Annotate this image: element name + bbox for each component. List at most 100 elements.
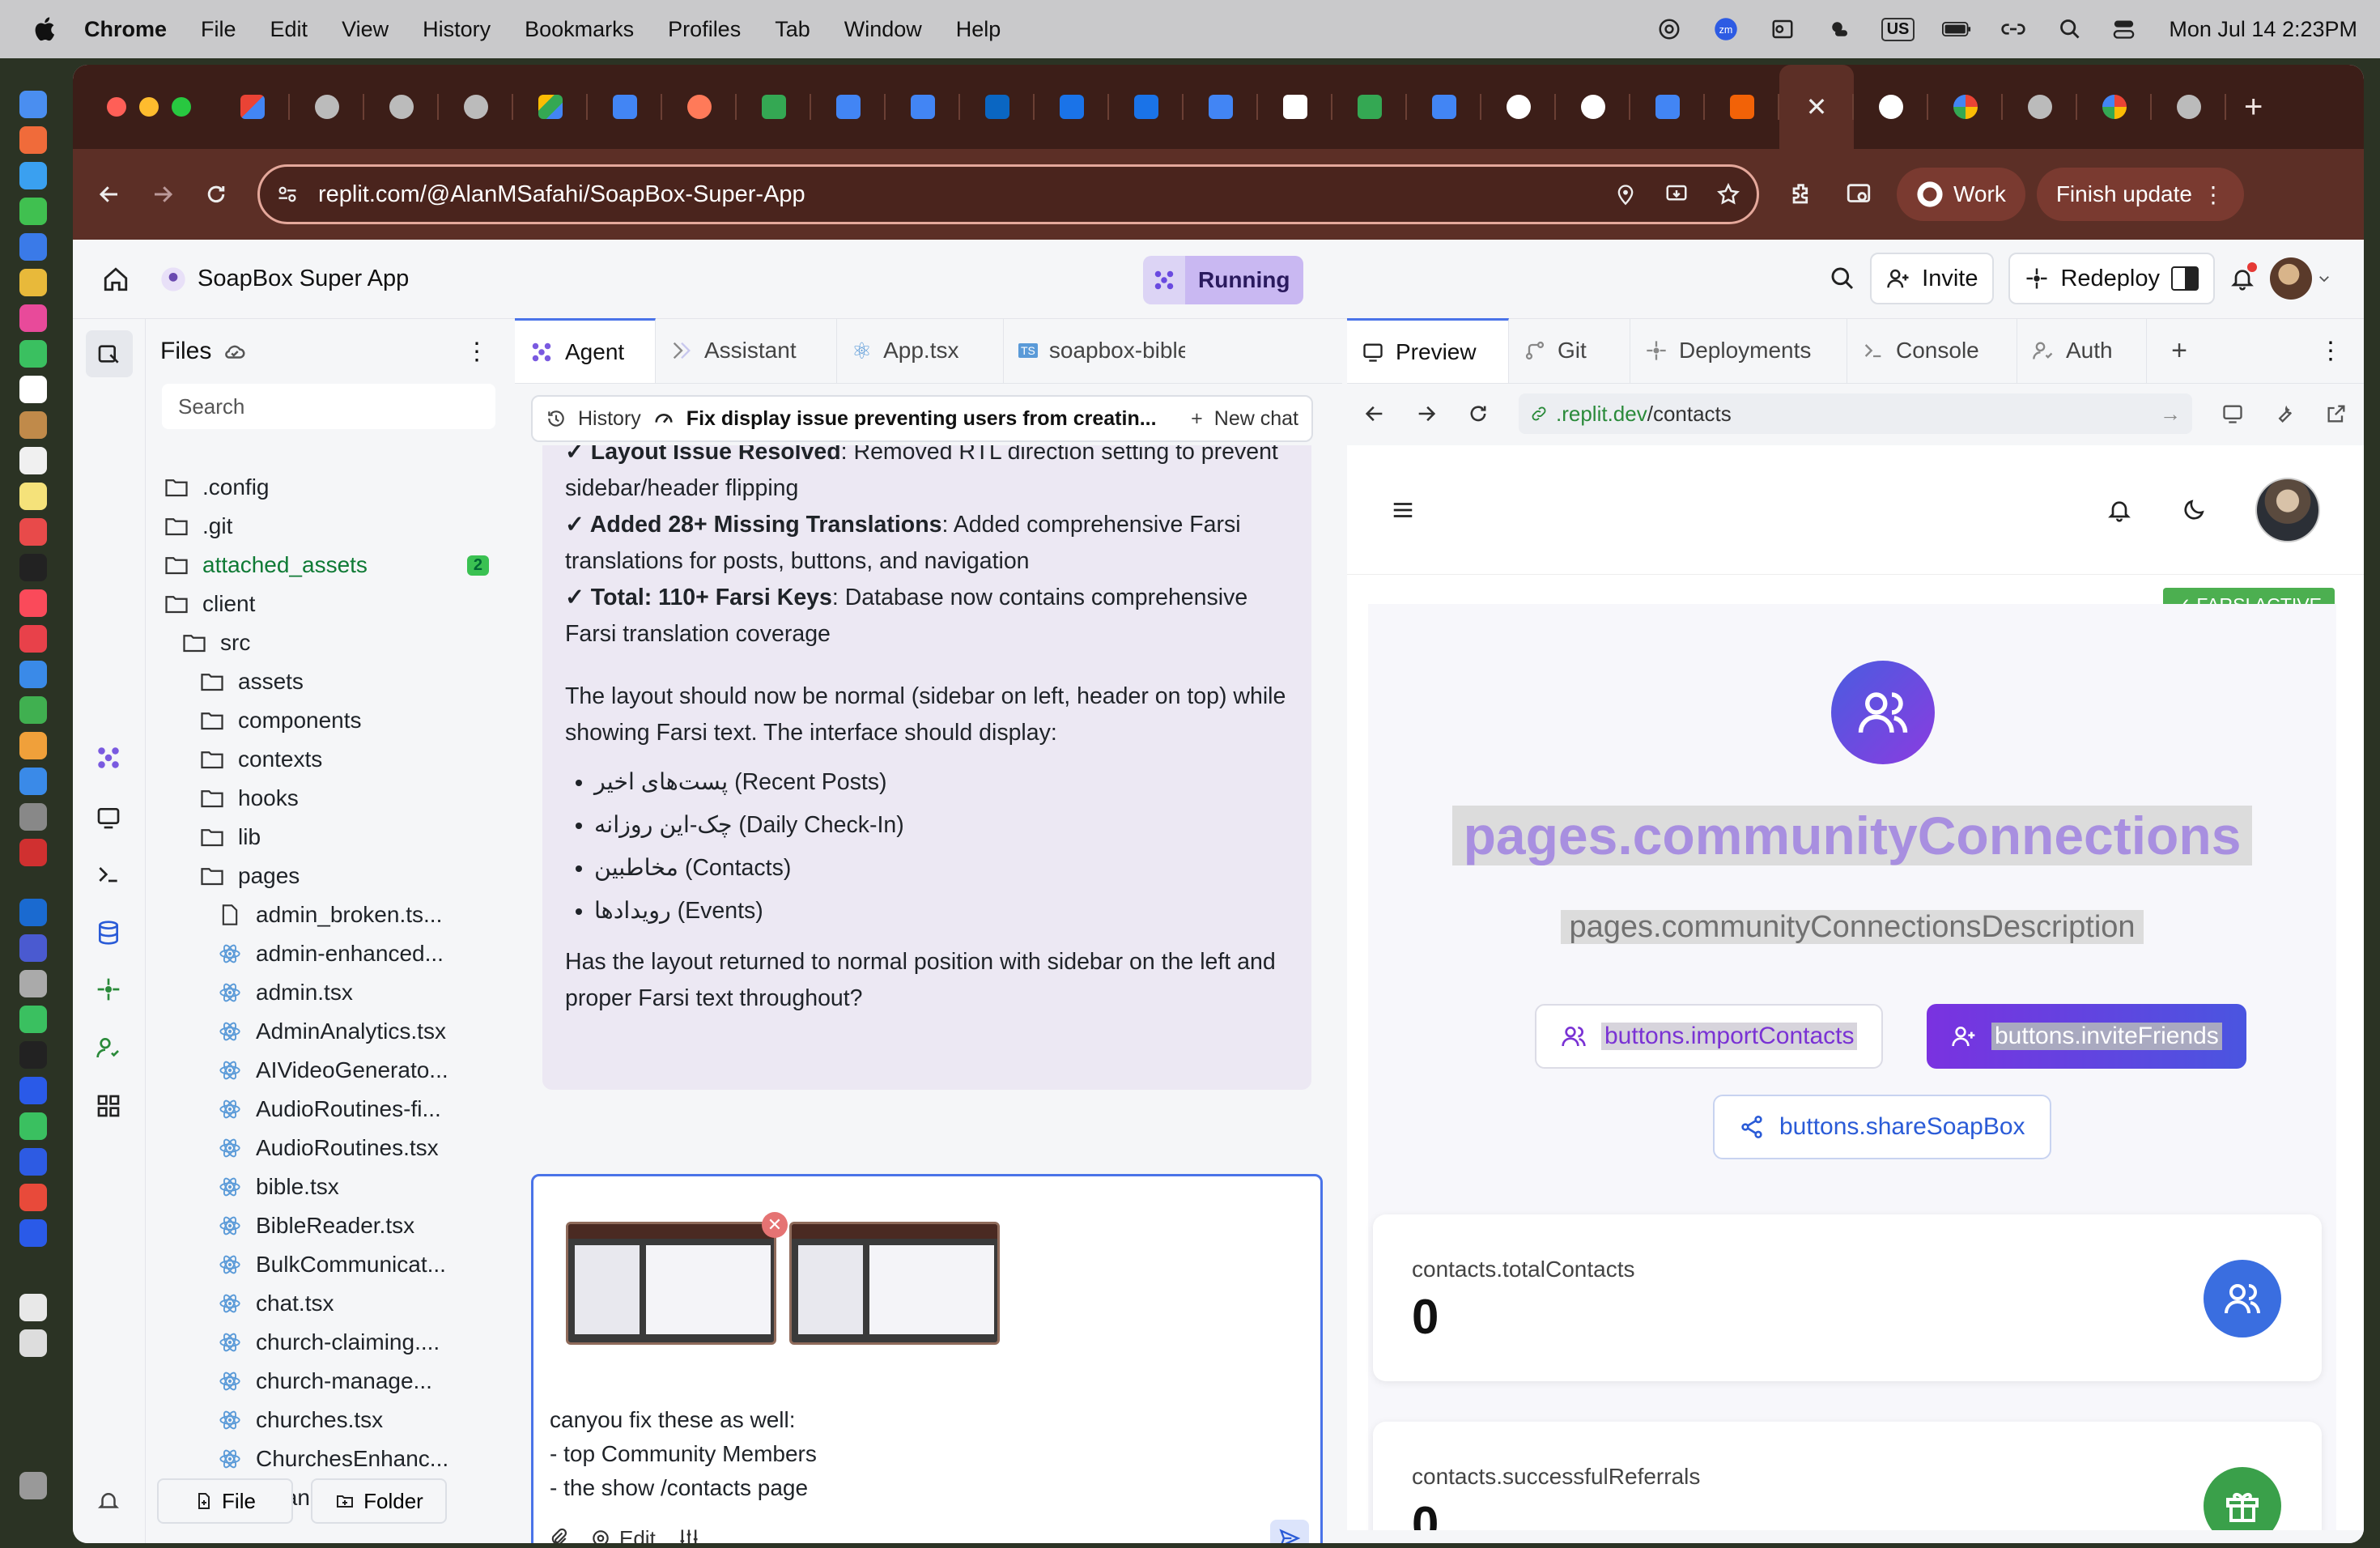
- tab-sheets-1[interactable]: [737, 65, 811, 149]
- tab-openai[interactable]: [1481, 65, 1556, 149]
- notifications-icon[interactable]: [2106, 497, 2132, 523]
- control-center-icon[interactable]: [2112, 15, 2141, 44]
- news-icon[interactable]: [19, 625, 47, 653]
- device-icon[interactable]: [2221, 402, 2244, 425]
- tab-docs-5[interactable]: [1407, 65, 1481, 149]
- chat-title[interactable]: Fix display issue preventing users from …: [686, 407, 1179, 431]
- file-tree-item[interactable]: attached_assets 2: [146, 546, 512, 585]
- tab-github-2[interactable]: [1854, 65, 1928, 149]
- new-file-button[interactable]: File: [157, 1478, 293, 1524]
- nudge-bell-icon[interactable]: [92, 1485, 125, 1517]
- preview-reload-icon[interactable]: [1467, 402, 1490, 425]
- menu-file[interactable]: File: [201, 17, 236, 42]
- freeform-icon[interactable]: [19, 518, 47, 546]
- weather-icon[interactable]: [1825, 15, 1854, 44]
- remove-attachment-icon[interactable]: ✕: [762, 1212, 788, 1238]
- file-tree-item[interactable]: AudioRoutines-fi...: [146, 1090, 512, 1129]
- word-icon[interactable]: [19, 899, 47, 926]
- attachment-thumbnail-2[interactable]: [789, 1222, 1000, 1345]
- files-search-input[interactable]: Search: [162, 384, 495, 429]
- keyboard-layout[interactable]: US: [1881, 17, 1915, 41]
- file-tree-item[interactable]: church-manage...: [146, 1362, 512, 1401]
- file-tree-item[interactable]: assets: [146, 662, 512, 701]
- pages-icon[interactable]: [19, 732, 47, 759]
- menu-bookmarks[interactable]: Bookmarks: [525, 17, 634, 42]
- menu-help[interactable]: Help: [956, 17, 1001, 42]
- file-tree-item[interactable]: church-claiming....: [146, 1323, 512, 1362]
- tab-linkedin[interactable]: [960, 65, 1035, 149]
- sheets-icon[interactable]: [19, 1006, 47, 1033]
- finish-update-button[interactable]: Finish update ⋮: [2036, 168, 2244, 221]
- system-settings-icon[interactable]: [19, 803, 47, 831]
- outlook-icon[interactable]: [1768, 15, 1797, 44]
- acrobat-icon[interactable]: [19, 839, 47, 866]
- battery-icon[interactable]: [1942, 15, 1971, 44]
- webview-tool-icon[interactable]: [92, 802, 125, 834]
- numbers-icon[interactable]: [19, 696, 47, 724]
- user-menu[interactable]: [2270, 257, 2331, 300]
- photos-icon[interactable]: [19, 304, 47, 332]
- url-text[interactable]: replit.com/@AlanMSafahi/SoapBox-Super-Ap…: [318, 181, 1587, 208]
- downloads-icon[interactable]: [19, 1329, 47, 1357]
- file-tree-item[interactable]: hooks: [146, 779, 512, 818]
- finder-icon[interactable]: [19, 91, 47, 118]
- tab-active[interactable]: ✕: [1779, 65, 1854, 149]
- tab-search-icon[interactable]: [1845, 181, 1872, 208]
- import-contacts-button[interactable]: buttons.importContacts: [1535, 1004, 1884, 1069]
- messages-icon[interactable]: [19, 198, 47, 225]
- sliders-icon[interactable]: [677, 1527, 701, 1543]
- file-tree-item[interactable]: AudioRoutines.tsx: [146, 1129, 512, 1167]
- close-tab-icon[interactable]: ✕: [1806, 91, 1828, 122]
- maps-icon[interactable]: [19, 269, 47, 296]
- files-menu-icon[interactable]: ⋮: [465, 338, 489, 366]
- tab-globe-1[interactable]: [290, 65, 364, 149]
- trash-icon[interactable]: [19, 1472, 47, 1499]
- chat-composer[interactable]: ✕ canyou fix these as well: - top Commun…: [531, 1174, 1323, 1543]
- tab-docs-1[interactable]: [588, 65, 662, 149]
- tab-agent[interactable]: Agent: [515, 318, 656, 383]
- document-icon[interactable]: [19, 1294, 47, 1321]
- tab-hubspot[interactable]: [662, 65, 737, 149]
- composer-text[interactable]: canyou fix these as well: - top Communit…: [550, 1403, 817, 1505]
- apple-tv-icon[interactable]: [19, 554, 47, 581]
- file-tree-item[interactable]: admin-enhanced...: [146, 934, 512, 973]
- signal-icon[interactable]: [19, 1077, 47, 1104]
- run-status-button[interactable]: Running: [1143, 256, 1303, 304]
- preview-back-icon[interactable]: [1363, 402, 1386, 425]
- tab-globe-2[interactable]: [364, 65, 439, 149]
- tab-docs-2[interactable]: [811, 65, 886, 149]
- external-link-icon[interactable]: [2325, 402, 2348, 425]
- minimize-window-button[interactable]: [139, 97, 159, 117]
- contacts-icon[interactable]: [19, 411, 47, 439]
- close-window-button[interactable]: [107, 97, 126, 117]
- add-tab-button[interactable]: +: [2147, 318, 2212, 383]
- file-tree-item[interactable]: admin.tsx: [146, 973, 512, 1012]
- zoom-window-button[interactable]: [172, 97, 191, 117]
- menubar-clock[interactable]: Mon Jul 14 2:23PM: [2169, 17, 2357, 42]
- menu-history[interactable]: History: [423, 17, 491, 42]
- files-tool-icon[interactable]: [86, 330, 133, 377]
- auth-tool-icon[interactable]: [92, 1031, 125, 1064]
- launchpad-icon[interactable]: [19, 126, 47, 154]
- tab-assistant[interactable]: Assistant: [656, 318, 837, 383]
- history-button[interactable]: History: [578, 407, 641, 431]
- tab-preview[interactable]: Preview: [1347, 318, 1509, 383]
- deployments-tool-icon[interactable]: [92, 973, 125, 1006]
- address-bar[interactable]: replit.com/@AlanMSafahi/SoapBox-Super-Ap…: [257, 164, 1759, 224]
- site-settings-icon[interactable]: [276, 183, 299, 206]
- tab-compass-2[interactable]: [1109, 65, 1184, 149]
- menu-app-name[interactable]: Chrome: [84, 17, 167, 42]
- zoom-app-icon[interactable]: [19, 1148, 47, 1176]
- keynote-icon[interactable]: [19, 661, 47, 688]
- file-tree-item[interactable]: pages: [146, 857, 512, 895]
- extensions-icon[interactable]: [1788, 181, 1816, 208]
- terminal-icon[interactable]: [19, 1041, 47, 1069]
- file-tree-item[interactable]: AIVideoGenerato...: [146, 1051, 512, 1090]
- tab-sheets-2[interactable]: [1332, 65, 1407, 149]
- file-tree-item[interactable]: ChurchesEnhanc...: [146, 1440, 512, 1478]
- calendar-icon[interactable]: [19, 376, 47, 403]
- shell-tool-icon[interactable]: [92, 858, 125, 891]
- spotlight-search-icon[interactable]: [2055, 15, 2085, 44]
- agent-tool-icon[interactable]: [92, 742, 125, 774]
- wrench-icon[interactable]: [2273, 402, 2296, 425]
